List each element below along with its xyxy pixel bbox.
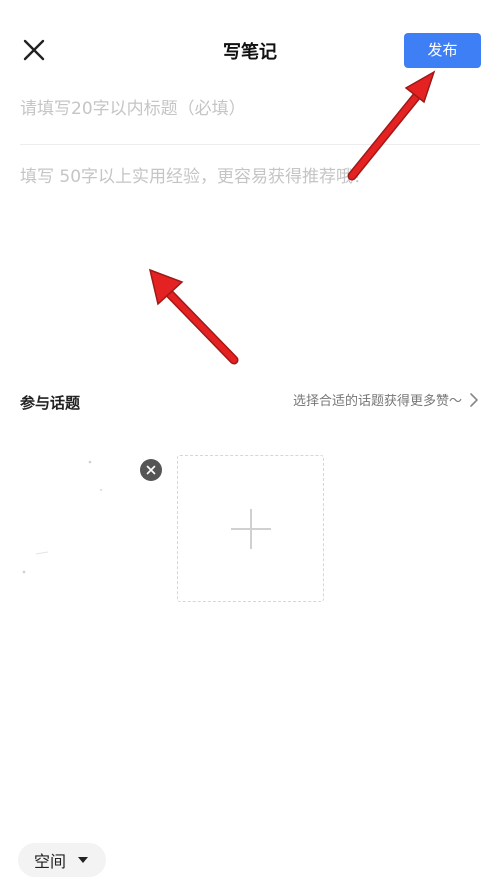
remove-icon: [146, 465, 156, 475]
annotation-overlay: [148, 70, 436, 365]
body-textarea[interactable]: [20, 162, 480, 352]
caret-down-icon: [78, 857, 89, 863]
topic-selector[interactable]: 选择合适的话题获得更多赞～: [293, 390, 480, 409]
plus-icon: [230, 508, 271, 549]
chevron-right-icon: [470, 392, 478, 407]
publish-button[interactable]: 发布: [404, 33, 481, 68]
topic-label: 参与话题: [20, 394, 81, 412]
remove-media-button[interactable]: [140, 459, 162, 481]
media-thumbnail[interactable]: [18, 452, 160, 602]
divider: [20, 144, 480, 145]
thumbnail-image: [18, 452, 160, 602]
scope-selector[interactable]: 空间: [18, 843, 107, 877]
add-media-button[interactable]: [177, 455, 324, 602]
topic-hint-text: 选择合适的话题获得更多赞～: [292, 394, 462, 409]
title-input[interactable]: [20, 92, 480, 126]
scope-label: 空间: [34, 852, 67, 871]
